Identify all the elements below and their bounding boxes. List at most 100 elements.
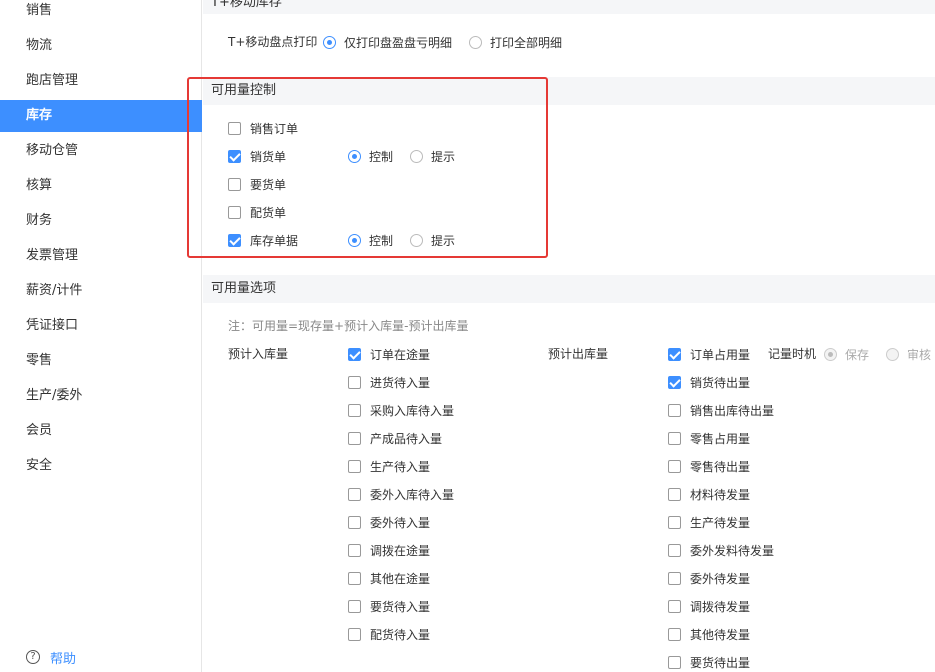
inbound-checkbox[interactable] bbox=[348, 431, 361, 445]
inbound-checkbox[interactable] bbox=[348, 403, 361, 417]
radio-print-diff-only-control[interactable] bbox=[323, 35, 336, 49]
inbound-item[interactable]: 委外入库待入量 bbox=[348, 484, 454, 504]
outbound-checkbox[interactable] bbox=[668, 403, 681, 417]
outbound-checkbox[interactable] bbox=[668, 431, 681, 445]
inbound-item[interactable]: 采购入库待入量 bbox=[348, 400, 454, 420]
radio-timing-save[interactable]: 保存 bbox=[824, 344, 869, 364]
outbound-checkbox[interactable] bbox=[668, 487, 681, 501]
help-link[interactable]: ? 帮助 bbox=[26, 646, 76, 668]
sidebar-item-logistics[interactable]: 物流 bbox=[0, 30, 202, 62]
outbound-label: 预计出库量 bbox=[548, 347, 609, 361]
inbound-checkbox[interactable] bbox=[348, 627, 361, 641]
outbound-checkbox[interactable] bbox=[668, 571, 681, 585]
checkbox-sales-delivery[interactable]: 销货单 bbox=[228, 146, 286, 166]
radio-sales-delivery-control[interactable]: 控制 bbox=[348, 146, 393, 166]
inbound-checkbox[interactable] bbox=[348, 487, 361, 501]
checkbox-sales-delivery-box[interactable] bbox=[228, 149, 241, 163]
sidebar-item-payroll[interactable]: 薪资/计件 bbox=[0, 275, 202, 307]
outbound-checkbox[interactable] bbox=[668, 375, 681, 389]
outbound-item[interactable]: 销货待出量 bbox=[668, 372, 750, 392]
radio-timing-audit-dot[interactable] bbox=[886, 347, 899, 361]
radio-sales-delivery-hint[interactable]: 提示 bbox=[410, 146, 455, 166]
checkbox-stock-document-box[interactable] bbox=[228, 233, 241, 247]
outbound-item[interactable]: 生产待发量 bbox=[668, 512, 750, 532]
sidebar-item-voucher[interactable]: 凭证接口 bbox=[0, 310, 202, 342]
radio-print-all[interactable]: 打印全部明细 bbox=[469, 32, 562, 52]
checkbox-distribution[interactable]: 配货单 bbox=[228, 202, 286, 222]
outbound-item[interactable]: 零售占用量 bbox=[668, 428, 750, 448]
sidebar-item-retail[interactable]: 零售 bbox=[0, 345, 202, 377]
inbound-item[interactable]: 要货待入量 bbox=[348, 596, 430, 616]
outbound-checkbox[interactable] bbox=[668, 347, 681, 361]
inbound-item[interactable]: 委外待入量 bbox=[348, 512, 430, 532]
checkbox-sales-order[interactable]: 销售订单 bbox=[228, 118, 298, 138]
radio-print-diff-only[interactable]: 仅打印盘盈盘亏明细 bbox=[323, 32, 452, 52]
radio-stock-document-hint[interactable]: 提示 bbox=[410, 230, 455, 250]
outbound-checkbox[interactable] bbox=[668, 655, 681, 669]
sidebar-item-accounting[interactable]: 核算 bbox=[0, 170, 202, 202]
checkbox-sales-order-box[interactable] bbox=[228, 121, 241, 135]
timing-label: 记量时机 bbox=[768, 347, 817, 361]
inbound-item[interactable]: 订单在途量 bbox=[348, 344, 430, 364]
inbound-checkbox[interactable] bbox=[348, 347, 361, 361]
outbound-label: 订单占用量 bbox=[690, 347, 751, 362]
outbound-item[interactable]: 委外待发量 bbox=[668, 568, 750, 588]
outbound-label: 材料待发量 bbox=[690, 487, 751, 502]
sidebar-item-production[interactable]: 生产/委外 bbox=[0, 380, 202, 412]
radio-timing-save-dot[interactable] bbox=[824, 347, 837, 361]
inbound-checkbox[interactable] bbox=[348, 599, 361, 613]
inbound-item[interactable]: 进货待入量 bbox=[348, 372, 430, 392]
help-icon: ? bbox=[26, 650, 40, 664]
checkbox-stock-document[interactable]: 库存单据 bbox=[228, 230, 298, 250]
inbound-item[interactable]: 其他在途量 bbox=[348, 568, 430, 588]
outbound-item[interactable]: 零售待出量 bbox=[668, 456, 750, 476]
radio-stock-document-control-dot[interactable] bbox=[348, 233, 361, 247]
inbound-label: 配货待入量 bbox=[370, 627, 431, 642]
checkbox-stock-document-label: 库存单据 bbox=[250, 233, 299, 248]
inbound-checkbox[interactable] bbox=[348, 375, 361, 389]
inbound-checkbox[interactable] bbox=[348, 459, 361, 473]
outbound-checkbox[interactable] bbox=[668, 515, 681, 529]
inbound-item[interactable]: 配货待入量 bbox=[348, 624, 430, 644]
outbound-checkbox[interactable] bbox=[668, 459, 681, 473]
inbound-checkbox[interactable] bbox=[348, 571, 361, 585]
outbound-item[interactable]: 其他待发量 bbox=[668, 624, 750, 644]
outbound-checkbox[interactable] bbox=[668, 627, 681, 641]
sidebar-item-inventory[interactable]: 库存 bbox=[0, 100, 202, 132]
outbound-checkbox[interactable] bbox=[668, 543, 681, 557]
radio-sales-delivery-control-dot[interactable] bbox=[348, 149, 361, 163]
checkbox-sales-order-label: 销售订单 bbox=[250, 121, 299, 136]
sidebar-item-sales[interactable]: 销售 bbox=[0, 0, 202, 27]
outbound-item[interactable]: 调拨待发量 bbox=[668, 596, 750, 616]
checkbox-requisition[interactable]: 要货单 bbox=[228, 174, 286, 194]
checkbox-distribution-label: 配货单 bbox=[250, 205, 287, 220]
sidebar-item-invoice[interactable]: 发票管理 bbox=[0, 240, 202, 272]
outbound-item[interactable]: 委外发料待发量 bbox=[668, 540, 774, 560]
radio-stock-document-control[interactable]: 控制 bbox=[348, 230, 393, 250]
inbound-item[interactable]: 生产待入量 bbox=[348, 456, 430, 476]
inbound-item[interactable]: 调拨在途量 bbox=[348, 540, 430, 560]
checkbox-requisition-box[interactable] bbox=[228, 177, 241, 191]
radio-sales-delivery-hint-dot[interactable] bbox=[410, 149, 423, 163]
radio-stock-document-hint-label: 提示 bbox=[431, 233, 456, 248]
sidebar-item-mobile-warehouse[interactable]: 移动仓管 bbox=[0, 135, 202, 167]
radio-stock-document-hint-dot[interactable] bbox=[410, 233, 423, 247]
inbound-checkbox[interactable] bbox=[348, 543, 361, 557]
checkbox-distribution-box[interactable] bbox=[228, 205, 241, 219]
radio-timing-audit[interactable]: 审核 bbox=[886, 344, 931, 364]
inbound-item[interactable]: 产成品待入量 bbox=[348, 428, 442, 448]
inbound-label: 预计入库量 bbox=[228, 347, 289, 361]
sidebar-item-store-visit[interactable]: 跑店管理 bbox=[0, 65, 202, 97]
outbound-checkbox[interactable] bbox=[668, 599, 681, 613]
sidebar-item-security[interactable]: 安全 bbox=[0, 450, 202, 482]
main-content: T+移动库存 T+移动盘点打印 仅打印盘盈盘亏明细 打印全部明细 可用量控制 销… bbox=[203, 0, 935, 672]
outbound-item[interactable]: 要货待出量 bbox=[668, 652, 750, 672]
outbound-item[interactable]: 销售出库待出量 bbox=[668, 400, 774, 420]
outbound-item[interactable]: 材料待发量 bbox=[668, 484, 750, 504]
sidebar-item-finance[interactable]: 财务 bbox=[0, 205, 202, 237]
help-label: 帮助 bbox=[50, 651, 77, 667]
radio-print-all-control[interactable] bbox=[469, 35, 482, 49]
outbound-item[interactable]: 订单占用量 bbox=[668, 344, 750, 364]
sidebar-item-member[interactable]: 会员 bbox=[0, 415, 202, 447]
inbound-checkbox[interactable] bbox=[348, 515, 361, 529]
